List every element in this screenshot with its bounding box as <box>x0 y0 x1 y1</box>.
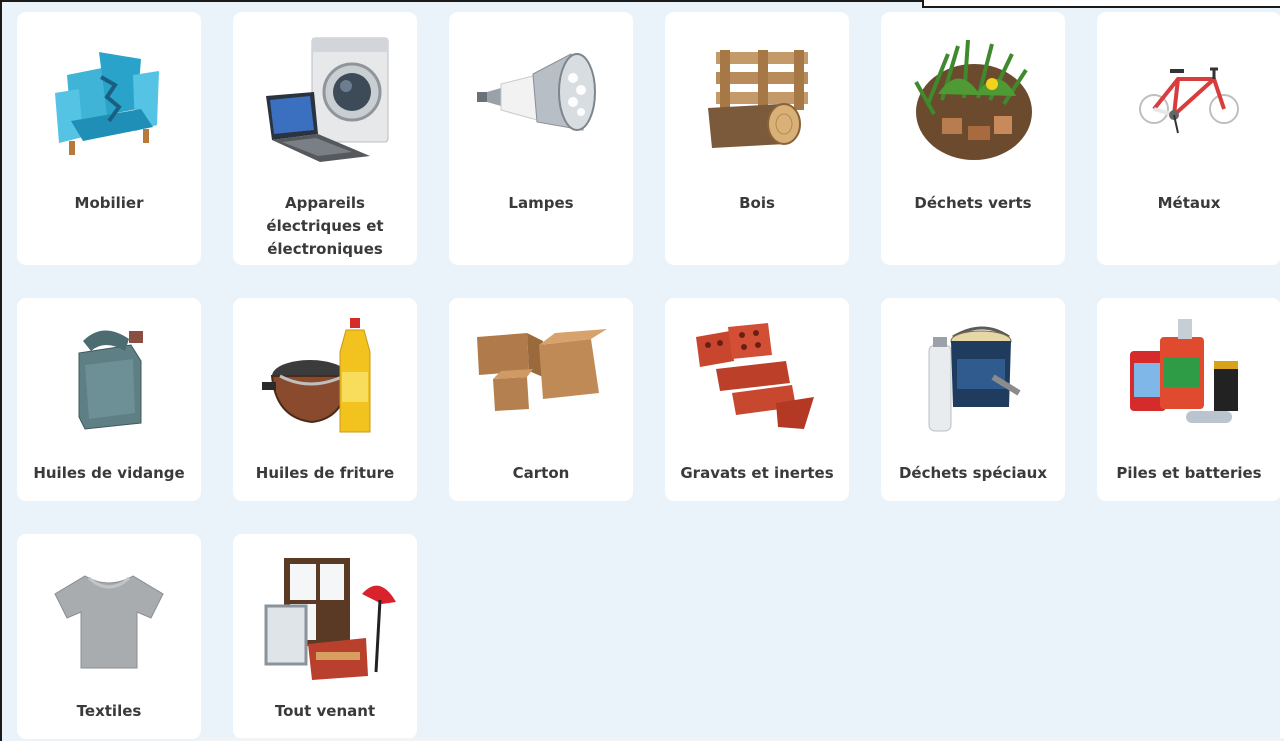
category-label: Piles et batteries <box>1116 464 1262 482</box>
bricks-icon <box>665 312 849 442</box>
category-card-bois[interactable]: Bois <box>665 12 849 265</box>
oil-jerrycan-icon <box>17 312 201 442</box>
category-label: Carton <box>512 464 570 482</box>
category-card-huiles-friture[interactable]: Huiles de friture <box>233 298 417 501</box>
category-card-piles[interactable]: Piles et batteries <box>1097 298 1281 501</box>
category-label: Gravats et inertes <box>680 464 834 482</box>
category-label: Tout venant <box>274 702 376 720</box>
paint-can-icon <box>881 312 1065 442</box>
category-label: Lampes <box>508 194 574 212</box>
top-notch <box>922 0 1284 8</box>
category-label: Métaux <box>1157 194 1221 212</box>
appliances-icon <box>233 34 417 164</box>
category-label: Déchets spéciaux <box>898 464 1048 482</box>
green-waste-icon <box>881 34 1065 164</box>
category-card-huiles-vidange[interactable]: Huiles de vidange <box>17 298 201 501</box>
category-card-lampes[interactable]: Lampes <box>449 12 633 265</box>
category-label: Déchets verts <box>914 194 1032 212</box>
category-label: Appareils électriques et électroniques <box>266 194 384 258</box>
category-card-dechets-verts[interactable]: Déchets verts <box>881 12 1065 265</box>
armchair-icon <box>17 34 201 164</box>
category-label: Bois <box>739 194 775 212</box>
tshirt-icon <box>17 554 201 684</box>
category-label: Mobilier <box>74 194 144 212</box>
category-card-gravats[interactable]: Gravats et inertes <box>665 298 849 501</box>
category-card-metaux[interactable]: Métaux <box>1097 12 1281 265</box>
category-card-textiles[interactable]: Textiles <box>17 534 201 739</box>
category-card-dechets-speciaux[interactable]: Déchets spéciaux <box>881 298 1065 501</box>
category-card-tout-venant[interactable]: Tout venant <box>233 534 417 739</box>
wood-pallet-icon <box>665 34 849 164</box>
batteries-icon <box>1097 312 1281 442</box>
category-label: Huiles de vidange <box>33 464 185 482</box>
category-label: Textiles <box>76 702 142 720</box>
led-bulb-icon <box>449 34 633 164</box>
category-card-appareils[interactable]: Appareils électriques et électroniques <box>233 12 417 265</box>
category-label: Huiles de friture <box>255 464 395 482</box>
category-card-carton[interactable]: Carton <box>449 298 633 501</box>
frying-oil-icon <box>233 312 417 442</box>
bulky-items-icon <box>233 554 417 684</box>
cardboard-boxes-icon <box>449 312 633 442</box>
bicycle-icon <box>1097 34 1281 164</box>
category-card-mobilier[interactable]: Mobilier <box>17 12 201 265</box>
